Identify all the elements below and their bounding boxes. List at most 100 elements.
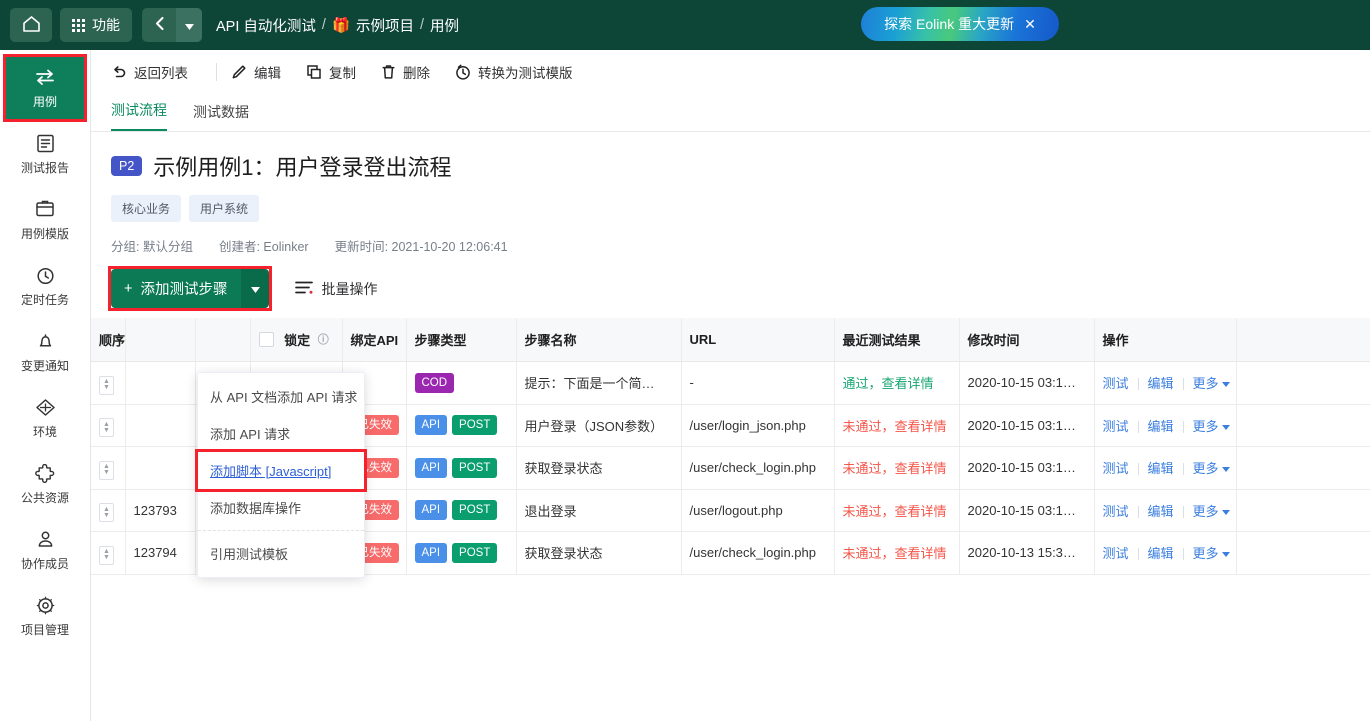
last-result-link[interactable]: 未通过，查看详情	[843, 546, 947, 561]
sidebar: 用例 测试报告 用例模版 定时任务 变更通知 环境 公共资源 协作成员 项目管理	[0, 50, 91, 721]
home-button[interactable]	[10, 8, 52, 42]
col-url: URL	[681, 318, 835, 362]
convert-to-template-button[interactable]: 转换为测试模版	[455, 62, 586, 82]
batch-operations-button[interactable]: 批量操作	[295, 279, 377, 299]
row-action-test[interactable]: 测试	[1103, 461, 1129, 476]
back-button[interactable]	[142, 8, 176, 42]
tab-test-flow[interactable]: 测试流程	[111, 100, 167, 131]
action-bar: + 添加测试步骤 批量操作	[91, 255, 1370, 318]
grid-icon	[72, 18, 85, 32]
add-step-dropdown-toggle[interactable]	[241, 269, 270, 308]
breadcrumb-item-product[interactable]: API 自动化测试	[216, 15, 316, 36]
row-action-edit[interactable]: 编辑	[1148, 504, 1174, 519]
back-to-list-button[interactable]: 返回列表	[111, 62, 202, 82]
breadcrumb-separator: /	[321, 17, 326, 33]
info-icon[interactable]: ⓘ	[318, 334, 329, 346]
step-type-badge: POST	[452, 415, 498, 436]
row-action-more[interactable]: 更多	[1193, 419, 1230, 434]
cell-order[interactable]: ▲ ▼	[91, 446, 126, 490]
op-divider	[1182, 420, 1184, 433]
cube-icon	[34, 396, 56, 418]
meta-row: 分组: 默认分组 创建者: Eolinker 更新时间: 2021-10-20 …	[111, 236, 1370, 255]
cell-order[interactable]: ▲ ▼	[91, 489, 126, 532]
sidebar-item-reports[interactable]: 测试报告	[6, 123, 84, 185]
cell-last-result[interactable]: 通过，查看详情	[834, 361, 960, 405]
row-action-edit[interactable]: 编辑	[1148, 376, 1174, 391]
promo-banner[interactable]: 探索 Eolink 重大更新 ✕	[861, 7, 1059, 41]
op-divider	[1137, 420, 1139, 433]
sidebar-item-project-settings[interactable]: 项目管理	[6, 585, 84, 647]
sidebar-item-notifications-wrapper: 变更通知	[6, 321, 84, 383]
sidebar-item-members[interactable]: 协作成员	[6, 519, 84, 581]
cell-last-result[interactable]: 未通过，查看详情	[834, 446, 960, 490]
step-type-badge: API	[414, 500, 448, 521]
last-result-link[interactable]: 未通过，查看详情	[843, 461, 947, 476]
sidebar-item-templates[interactable]: 用例模版	[6, 189, 84, 251]
last-result-link[interactable]: 通过，查看详情	[843, 376, 934, 391]
cell-last-result[interactable]: 未通过，查看详情	[834, 531, 960, 575]
col-id	[125, 318, 196, 362]
breadcrumb-item-project[interactable]: 示例项目	[356, 15, 414, 36]
menu-item-add-db-operation[interactable]: 添加数据库操作	[198, 489, 364, 526]
sidebar-item-cases[interactable]: 用例	[6, 57, 84, 119]
row-action-more[interactable]: 更多	[1193, 546, 1230, 561]
row-action-test[interactable]: 测试	[1103, 419, 1129, 434]
row-action-test[interactable]: 测试	[1103, 546, 1129, 561]
cell-order[interactable]: ▲ ▼	[91, 404, 126, 447]
last-result-link[interactable]: 未通过，查看详情	[843, 504, 947, 519]
row-action-test[interactable]: 测试	[1103, 376, 1129, 391]
copy-icon	[306, 64, 322, 80]
sidebar-item-reports-wrapper: 测试报告	[6, 123, 84, 185]
delete-button[interactable]: 删除	[381, 62, 443, 82]
row-action-more[interactable]: 更多	[1193, 461, 1230, 476]
cell-operations: 测试 编辑 更多	[1094, 531, 1237, 575]
op-divider	[1137, 463, 1139, 476]
back-to-list-label: 返回列表	[134, 66, 188, 81]
add-test-step-button[interactable]: + 添加测试步骤	[111, 269, 270, 308]
page-title: 示例用例1：用户登录登出流程	[153, 155, 452, 180]
col-last-result: 最近测试结果	[834, 318, 960, 362]
order-stepper[interactable]: ▲ ▼	[99, 460, 114, 480]
caret-down-icon	[184, 18, 194, 33]
row-action-more[interactable]: 更多	[1193, 376, 1230, 391]
order-stepper[interactable]: ▲ ▼	[99, 545, 114, 565]
cell-last-result[interactable]: 未通过，查看详情	[834, 404, 960, 447]
row-action-edit[interactable]: 编辑	[1148, 419, 1174, 434]
tab-test-data[interactable]: 测试数据	[193, 102, 249, 131]
order-stepper[interactable]: ▲ ▼	[99, 503, 114, 522]
menu-item-add-from-api-doc[interactable]: 从 API 文档添加 API 请求	[198, 378, 364, 415]
breadcrumb: API 自动化测试 / 🎁 示例项目 / 用例	[216, 15, 459, 36]
history-dropdown-button[interactable]	[176, 8, 202, 42]
sidebar-item-notifications[interactable]: 变更通知	[6, 321, 84, 383]
breadcrumb-item-case[interactable]: 用例	[430, 15, 459, 36]
row-action-more[interactable]: 更多	[1193, 504, 1230, 519]
row-action-edit[interactable]: 编辑	[1148, 461, 1174, 476]
steps-table-head: 顺序 锁定 ⓘ 绑定API 步骤类型 步骤名称 URL 最近测试结果 修改时间 …	[91, 318, 1370, 362]
menu-item-reference-template[interactable]: 引用测试模板	[198, 535, 364, 572]
order-stepper[interactable]: ▲ ▼	[99, 375, 114, 395]
edit-button[interactable]: 编辑	[231, 62, 294, 82]
sidebar-item-resources[interactable]: 公共资源	[6, 453, 84, 515]
sidebar-item-environment[interactable]: 环境	[6, 387, 84, 449]
select-all-checkbox[interactable]	[258, 332, 274, 347]
cell-order[interactable]: ▲ ▼	[91, 361, 126, 405]
cell-order[interactable]: ▲ ▼	[91, 531, 126, 575]
op-divider	[1137, 378, 1139, 391]
cell-last-result[interactable]: 未通过，查看详情	[834, 489, 960, 532]
row-action-edit[interactable]: 编辑	[1148, 546, 1174, 561]
cell-step-type: COD	[406, 361, 517, 405]
bell-icon	[34, 330, 56, 352]
sidebar-item-scheduled[interactable]: 定时任务	[6, 255, 84, 317]
order-stepper[interactable]: ▲ ▼	[99, 418, 114, 437]
sidebar-item-label: 定时任务	[20, 293, 69, 307]
menu-item-add-api-request[interactable]: 添加 API 请求	[198, 415, 364, 452]
row-action-test[interactable]: 测试	[1103, 504, 1129, 519]
close-icon[interactable]: ✕	[1024, 16, 1036, 33]
cell-trailing	[1236, 404, 1370, 447]
apps-button[interactable]: 功能	[60, 8, 132, 42]
copy-button[interactable]: 复制	[306, 62, 369, 82]
cell-id	[125, 446, 196, 490]
user-icon	[34, 528, 56, 550]
menu-item-add-script[interactable]: 添加脚本 [Javascript]	[198, 452, 364, 489]
last-result-link[interactable]: 未通过，查看详情	[843, 419, 947, 434]
